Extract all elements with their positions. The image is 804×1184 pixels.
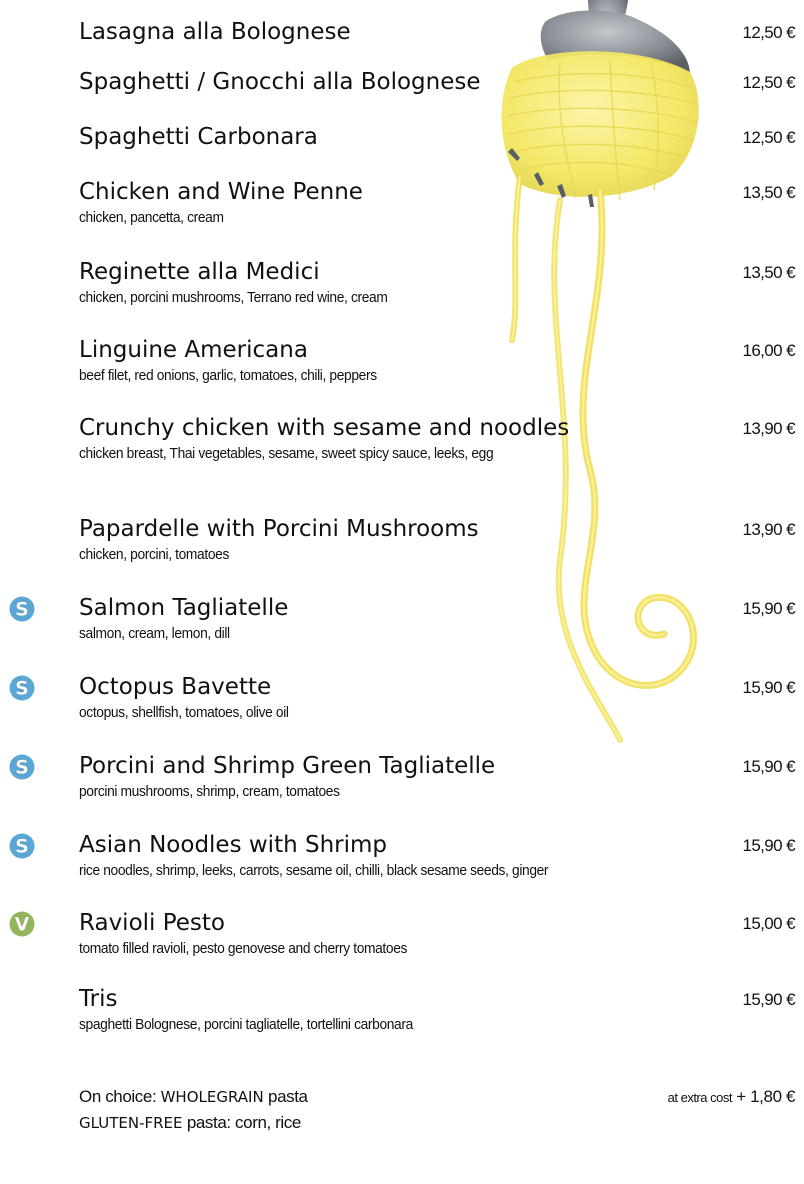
dish-price: 15,90 €: [742, 990, 795, 1009]
glutenfree-label: GLUTEN-FREE: [79, 1114, 183, 1132]
dish-description: chicken, pancetta, cream: [79, 209, 224, 226]
svg-text:S: S: [15, 599, 29, 621]
seafood-badge-icon: S: [9, 833, 35, 859]
dish-description: salmon, cream, lemon, dill: [79, 625, 230, 642]
dish-description: chicken, porcini, tomatoes: [79, 546, 229, 563]
dish-price: 15,00 €: [742, 914, 795, 933]
dish-name: Papardelle with Porcini Mushrooms: [79, 516, 479, 542]
dish-description: octopus, shellfish, tomatoes, olive oil: [79, 704, 289, 721]
vegetarian-badge-icon: V: [9, 911, 35, 937]
extra-cost-price: + 1,80 €: [736, 1087, 795, 1106]
dish-price: 13,50 €: [742, 183, 795, 202]
dish-price: 13,90 €: [742, 520, 795, 539]
dish-description: beef filet, red onions, garlic, tomatoes…: [79, 367, 377, 384]
dish-name: Salmon Tagliatelle: [79, 595, 289, 621]
dish-name: Reginette alla Medici: [79, 259, 320, 285]
dish-price: 12,50 €: [742, 128, 795, 147]
dish-name: Linguine Americana: [79, 337, 308, 363]
dish-name: Crunchy chicken with sesame and noodles: [79, 415, 570, 441]
pasta-word: pasta: [263, 1087, 308, 1106]
extra-cost: at extra cost + 1,80 €: [667, 1085, 796, 1110]
dish-description: tomato filled ravioli, pesto genovese an…: [79, 940, 408, 957]
svg-text:S: S: [15, 757, 29, 779]
svg-text:S: S: [15, 836, 29, 858]
seafood-badge-icon: S: [9, 754, 35, 780]
dish-description: chicken, porcini mushrooms, Terrano red …: [79, 289, 388, 306]
dish-name: Lasagna alla Bolognese: [79, 19, 351, 45]
svg-text:S: S: [15, 678, 29, 700]
dish-name: Spaghetti Carbonara: [79, 124, 318, 150]
dish-price: 12,50 €: [742, 23, 795, 42]
dish-name: Octopus Bavette: [79, 674, 272, 700]
dish-name: Chicken and Wine Penne: [79, 179, 363, 205]
dish-description: porcini mushrooms, shrimp, cream, tomato…: [79, 783, 340, 800]
dish-description: chicken breast, Thai vegetables, sesame,…: [79, 445, 494, 462]
hanging-noodles: [509, 173, 697, 743]
dish-price: 16,00 €: [742, 341, 795, 360]
extra-cost-label: at extra cost: [667, 1090, 733, 1105]
dish-price: 13,90 €: [742, 419, 795, 438]
dish-price: 15,90 €: [742, 836, 795, 855]
dish-name: Tris: [79, 986, 118, 1012]
seafood-badge-icon: S: [9, 675, 35, 701]
dish-name: Spaghetti / Gnocchi alla Bolognese: [79, 69, 481, 95]
dish-price: 15,90 €: [742, 757, 795, 776]
dish-price: 12,50 €: [742, 73, 795, 92]
wholegrain-line: On choice: WHOLEGRAIN pasta: [79, 1085, 308, 1109]
dish-name: Asian Noodles with Shrimp: [79, 832, 388, 858]
dish-price: 13,50 €: [742, 263, 795, 282]
dish-name: Porcini and Shrimp Green Tagliatelle: [79, 753, 496, 779]
svg-text:V: V: [15, 914, 30, 936]
dish-name: Ravioli Pesto: [79, 910, 226, 936]
choice-prefix: On choice:: [79, 1087, 161, 1106]
seafood-badge-icon: S: [9, 596, 35, 622]
dish-price: 15,90 €: [742, 678, 795, 697]
dish-description: rice noodles, shrimp, leeks, carrots, se…: [79, 862, 549, 879]
glutenfree-rest: pasta: corn, rice: [182, 1113, 302, 1132]
glutenfree-line: GLUTEN-FREE pasta: corn, rice: [79, 1111, 301, 1135]
dish-price: 15,90 €: [742, 599, 795, 618]
dish-description: spaghetti Bolognese, porcini tagliatelle…: [79, 1016, 413, 1033]
wholegrain-label: WHOLEGRAIN: [160, 1088, 264, 1106]
